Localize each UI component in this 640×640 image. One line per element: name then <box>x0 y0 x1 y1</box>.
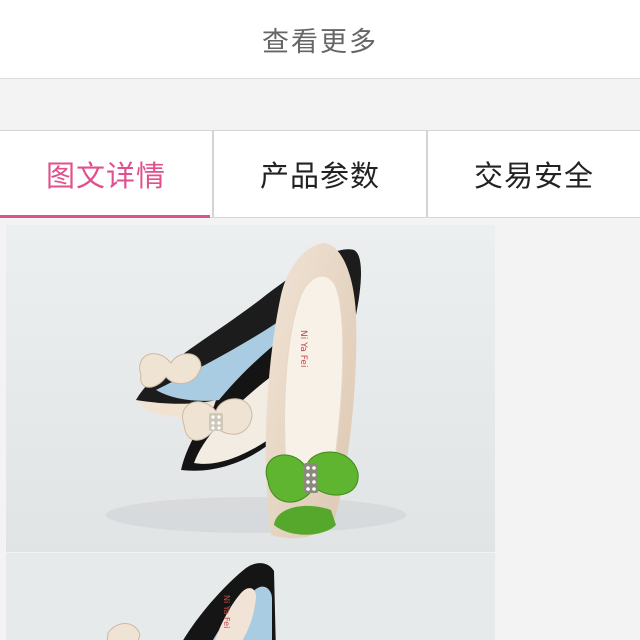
section-gap <box>0 79 640 130</box>
view-more-button[interactable]: 查看更多 <box>0 0 640 79</box>
detail-content: Ni Ya Fei Ni Ya Fei <box>0 218 640 640</box>
tab-product-parameters[interactable]: 产品参数 <box>212 131 426 217</box>
tab-label: 图文详情 <box>45 159 166 193</box>
shoes-illustration: Ni Ya Fei <box>6 553 495 640</box>
detail-tabs: 图文详情 产品参数 交易安全 <box>0 130 640 218</box>
product-photo: Ni Ya Fei <box>6 225 495 552</box>
tab-label: 产品参数 <box>259 159 380 193</box>
brand-insole-text: Ni Ya Fei <box>298 330 308 367</box>
product-photo: Ni Ya Fei <box>6 553 495 640</box>
view-more-label: 查看更多 <box>262 26 378 58</box>
tab-transaction-security[interactable]: 交易安全 <box>426 131 640 217</box>
tab-label: 交易安全 <box>473 159 594 193</box>
shoes-illustration: Ni Ya Fei <box>6 225 495 552</box>
product-detail-page: 查看更多 图文详情 产品参数 交易安全 Ni Ya Fei Ni Ya Fei <box>0 0 640 640</box>
brand-insole-text: Ni Ya Fei <box>222 595 231 628</box>
tab-image-text-details[interactable]: 图文详情 <box>0 131 212 218</box>
